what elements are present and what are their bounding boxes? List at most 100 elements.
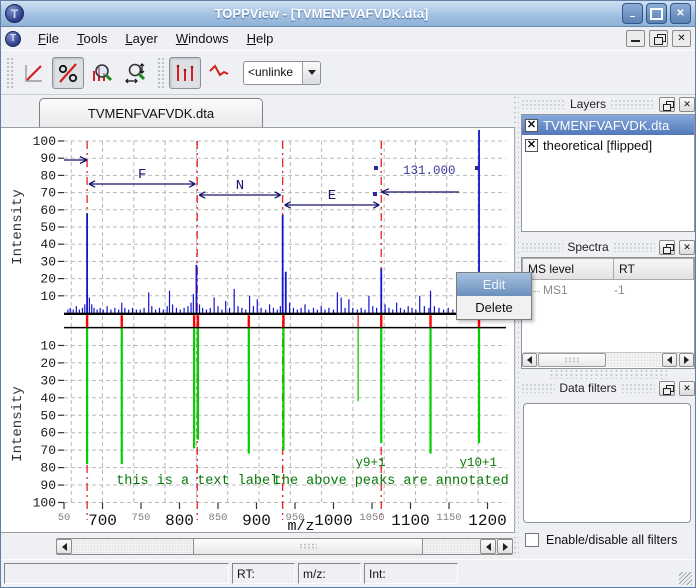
layer-item[interactable]: TVMENFVAFVDK.dta [522,115,694,135]
svg-text:1000: 1000 [314,512,352,530]
profile-line-icon [207,61,231,85]
intensity-axes-mode-button[interactable] [18,57,50,89]
svg-text:50: 50 [58,512,71,524]
mdi-minimize-button[interactable] [626,30,645,47]
spectra-scroll-right[interactable] [679,353,694,367]
svg-text:N: N [236,178,244,194]
enable-filters-checkbox[interactable] [525,533,539,547]
scroll-left-button-2[interactable] [480,539,496,554]
maximize-button[interactable] [646,3,667,24]
svg-text:750: 750 [132,512,151,524]
scroll-left-button[interactable] [56,539,72,554]
data-filters-list[interactable] [523,403,691,523]
svg-text:900: 900 [242,512,271,530]
menubar: T FileToolsLayerWindowsHelp [1,27,695,51]
svg-text:40: 40 [40,237,56,252]
spectra-table: MS levelRT MS1-1 [521,257,695,369]
toolbar-handle[interactable] [6,57,13,89]
statusbar: RT: m/z: Int: [1,559,695,587]
layers-panel-header[interactable]: Layers [519,95,696,113]
svg-text:y9+1: y9+1 [355,456,385,470]
draw-peaks-mode-button[interactable] [169,57,201,89]
resize-grip[interactable] [679,572,692,585]
svg-text:30: 30 [40,254,56,269]
combo-value: <unlinke [244,62,302,84]
data-filters-float-button[interactable] [659,381,675,396]
axes-icon [22,61,46,85]
status-int-field: Int: [364,563,458,584]
spectra-panel-title: Spectra [567,240,608,254]
minimize-button[interactable] [622,3,643,24]
svg-text:1200: 1200 [468,512,506,530]
menu-tools[interactable]: Tools [68,29,116,48]
scrollbar-thumb[interactable] [193,538,423,555]
context-menu-item-edit[interactable]: Edit [457,273,531,296]
toolbar-handle[interactable] [157,57,164,89]
mdi-close-button[interactable] [672,30,691,47]
svg-text:50: 50 [40,220,56,235]
layers-close-button[interactable] [679,97,695,112]
menu-windows[interactable]: Windows [167,29,238,48]
titlebar[interactable]: T TOPPView - [TVMENFVAFVDK.dta] [1,1,695,27]
spectra-column-header[interactable]: MS level [522,258,614,280]
svg-text:800: 800 [165,512,194,530]
svg-text:60: 60 [40,203,56,218]
data-filters-close-button[interactable] [679,381,695,396]
status-mz-field: m/z: [298,563,361,584]
intensity-percentage-mode-button[interactable] [52,57,84,89]
layers-float-button[interactable] [659,97,675,112]
layer-visibility-checkbox[interactable] [525,139,538,152]
mdi-restore-button[interactable] [649,30,668,47]
menu-layer[interactable]: Layer [116,29,167,48]
svg-text:1050: 1050 [359,512,384,524]
draw-profile-mode-button[interactable] [203,57,235,89]
data-filters-panel-title: Data filters [559,381,616,395]
svg-text:F: F [138,167,146,183]
link-spectra-combo[interactable]: <unlinke [243,61,321,85]
layers-list: TVMENFVAFVDK.dta theoretical [flipped] [521,114,695,232]
tab-spectrum[interactable]: TVMENFVAFVDK.dta [39,98,263,127]
svg-text:70: 70 [40,443,56,458]
layer-label: theoretical [flipped] [543,138,652,153]
svg-text:20: 20 [40,356,56,371]
svg-text:50: 50 [40,408,56,423]
spectra-close-button[interactable] [679,240,695,255]
zoom-mode-button[interactable] [86,57,118,89]
layers-panel-title: Layers [570,97,606,111]
svg-text:131.000: 131.000 [403,164,456,178]
spectra-row[interactable]: MS1-1 [522,280,694,300]
spectra-float-button[interactable] [659,240,675,255]
layer-visibility-checkbox[interactable] [525,119,538,132]
scroll-right-button[interactable] [497,539,513,554]
status-message-field [4,563,229,584]
svg-text:Intensity: Intensity [10,189,26,265]
spectra-scroll-left-2[interactable] [662,353,677,367]
combo-dropdown-button[interactable] [302,62,320,84]
spectra-scroll-thumb[interactable] [538,353,606,367]
measure-mode-button[interactable] [120,57,152,89]
svg-text:Intensity: Intensity [10,386,26,462]
svg-text:1150: 1150 [436,512,461,524]
svg-text:10: 10 [40,289,56,304]
magnifier-arrows-icon [124,61,148,85]
peaks-icon [173,61,197,85]
svg-text:100: 100 [33,496,56,511]
svg-text:10: 10 [40,338,56,353]
context-menu-item-delete[interactable]: Delete [457,296,531,319]
chevron-down-icon [308,70,316,75]
spectra-column-header[interactable]: RT [614,258,694,280]
spectrum-canvas[interactable]: 1010202030304040505060607070808090901001… [1,127,515,533]
svg-text:this is a text label: this is a text label [116,474,278,489]
enable-filters-label: Enable/disable all filters [546,533,677,547]
spectra-panel-header[interactable]: Spectra [519,238,696,256]
horizontal-scrollbar[interactable] [56,538,513,555]
menu-help[interactable]: Help [238,29,283,48]
window-title: TOPPView - [TVMENFVAFVDK.dta] [24,6,619,21]
close-button[interactable] [670,3,691,24]
layer-item[interactable]: theoretical [flipped] [522,135,694,155]
menu-file[interactable]: File [29,29,68,48]
data-filters-panel-header[interactable]: Data filters [519,379,696,397]
spectra-scrollbar[interactable] [523,352,693,367]
spectra-scroll-left[interactable] [522,353,537,367]
dock-splitter-horizontal[interactable] [549,369,667,379]
